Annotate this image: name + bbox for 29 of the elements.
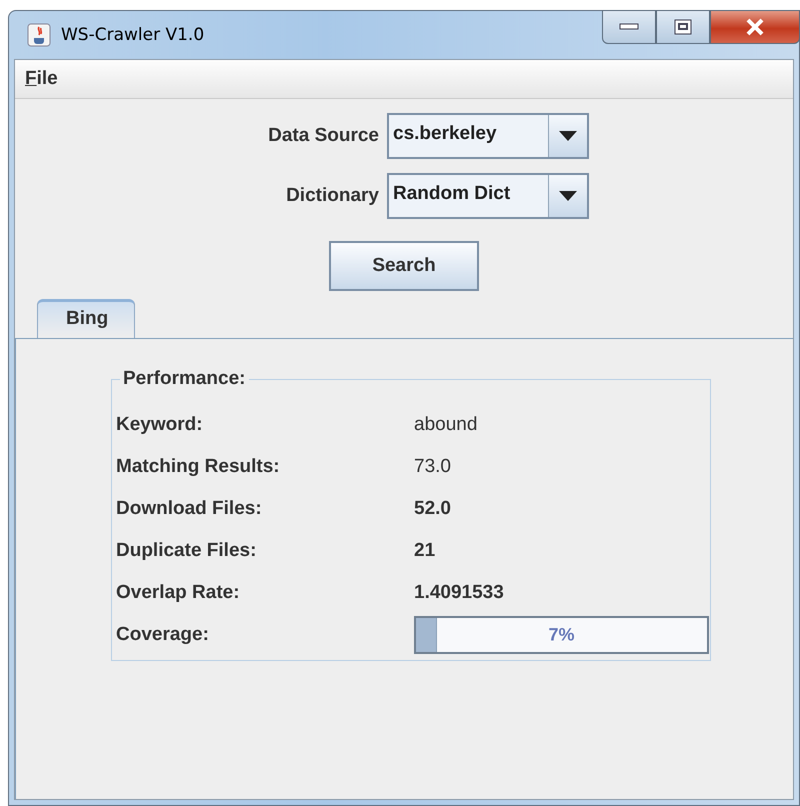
window-title: WS-Crawler V1.0 [61,25,204,45]
stat-label: Coverage: [116,624,210,646]
stat-label: Duplicate Files: [116,540,258,562]
stat-value: abound [414,414,478,436]
search-button[interactable]: Search [329,241,479,291]
caret-icon [559,191,577,201]
dropdown[interactable]: Random Dict [387,173,589,219]
minimize-button[interactable] [602,10,656,44]
cup-icon [27,23,51,47]
stat-value: 21 [414,540,436,562]
stat-value: 1.4091533 [414,582,505,604]
progress-reading: 7% [548,624,574,646]
dropdown[interactable]: cs.berkeley [387,113,589,159]
tab[interactable]: Bing [37,299,136,338]
minimize-icon [619,23,639,31]
stat-label: Download Files: [116,498,263,520]
maximize-icon [674,19,692,35]
maximize-button[interactable] [656,10,710,44]
stat-label: Matching Results: [116,456,281,478]
menu-item[interactable]: File [25,68,58,90]
stat-label: Overlap Rate: [116,582,241,604]
field-label: Dictionary [285,185,379,207]
close-icon [745,18,765,36]
stat-label: Keyword: [116,414,204,436]
caret-icon [559,131,577,141]
field-label: Data Source [267,125,379,147]
stat-value: 73.0 [414,456,452,478]
stat-value: 52.0 [414,498,452,520]
close-button[interactable] [710,10,800,44]
